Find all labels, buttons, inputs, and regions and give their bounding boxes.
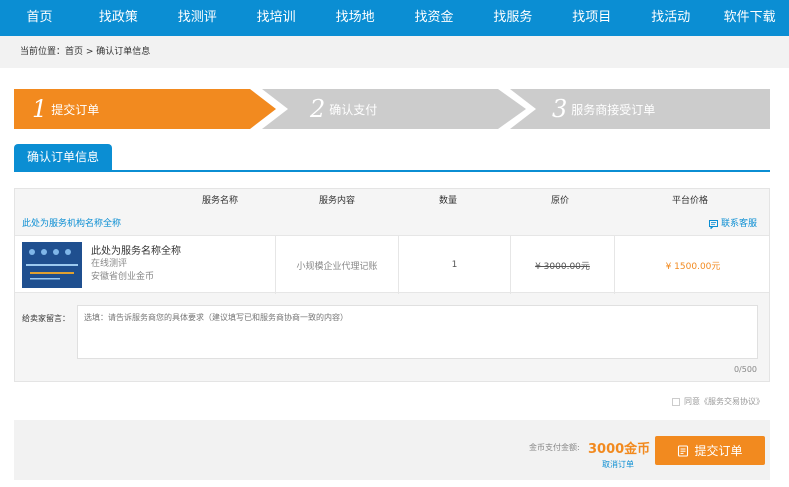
quantity-cell: 1: [398, 236, 510, 294]
step-3: 3 服务商接受订单: [552, 89, 655, 129]
step-2: 2 确认支付: [310, 89, 377, 129]
order-steps: 1 提交订单 2 确认支付 3 服务商接受订单: [14, 89, 770, 129]
step-1: 1 提交订单: [32, 89, 99, 129]
order-panel: 服务名称 服务内容 数量 原价 平台价格 此处为服务机构名称全称 联系客服 此处…: [14, 188, 770, 382]
pay-amount: 3000金币: [588, 442, 651, 457]
nav-item-venue[interactable]: 找场地: [316, 0, 395, 36]
original-price: ¥ 3000.00元: [535, 261, 590, 272]
table-header: 服务名称 服务内容 数量 原价 平台价格: [15, 189, 769, 213]
service-thumbnail[interactable]: [22, 242, 82, 288]
pay-label: 金币支付金额:: [529, 443, 580, 452]
breadcrumb: 当前位置：首页 > 确认订单信息: [0, 36, 789, 68]
nav-item-funding[interactable]: 找资金: [395, 0, 474, 36]
breadcrumb-current: 确认订单信息: [96, 47, 151, 57]
nav-item-policy[interactable]: 找政策: [79, 0, 158, 36]
submit-order-button[interactable]: 提交订单: [655, 436, 765, 465]
tab-underline: [14, 170, 770, 172]
nav-item-services[interactable]: 找服务: [473, 0, 552, 36]
nav-item-training[interactable]: 找培训: [237, 0, 316, 36]
message-input[interactable]: [77, 305, 758, 359]
org-row: 此处为服务机构名称全称 联系客服: [15, 213, 769, 235]
step-1-label: 提交订单: [51, 102, 100, 117]
step-3-number: 3: [552, 95, 568, 123]
nav-item-events[interactable]: 找活动: [631, 0, 710, 36]
document-icon: [678, 444, 689, 457]
service-content-cell: 小规模企业代理记账: [275, 236, 398, 294]
platform-price-cell: ¥ 1500.00元: [614, 236, 771, 294]
service-info: 此处为服务名称全称 在线测评 安徽省创业金币: [91, 245, 181, 284]
breadcrumb-prefix: 当前位置：: [20, 47, 66, 57]
table-row: 此处为服务名称全称 在线测评 安徽省创业金币 小规模企业代理记账 1 ¥ 300…: [15, 235, 771, 294]
step-3-label: 服务商接受订单: [571, 102, 656, 117]
tab-confirm-order[interactable]: 确认订单信息: [14, 144, 112, 170]
thumbnail-image: [22, 242, 82, 288]
service-type: 在线测评: [91, 259, 128, 269]
chat-icon: [708, 219, 718, 229]
nav-item-projects[interactable]: 找项目: [552, 0, 631, 36]
service-provider: 安徽省创业金币: [91, 272, 155, 282]
agreement: 同意《服务交易协议》: [672, 396, 764, 407]
service-content: 小规模企业代理记账: [296, 261, 378, 272]
cancel-order-link[interactable]: 取消订单: [602, 459, 634, 470]
step-2-label: 确认支付: [329, 102, 378, 117]
step-1-number: 1: [32, 95, 48, 123]
contact-service-button[interactable]: 联系客服: [708, 213, 757, 235]
header-original-price: 原价: [550, 196, 569, 206]
nav-item-assessment[interactable]: 找测评: [158, 0, 237, 36]
contact-service-label: 联系客服: [720, 219, 757, 229]
platform-price: ¥ 1500.00元: [665, 261, 721, 272]
step-2-number: 2: [310, 95, 326, 123]
agreement-label[interactable]: 同意《服务交易协议》: [684, 396, 764, 407]
order-footer: 金币支付金额: 3000金币 取消订单 提交订单: [14, 420, 770, 480]
org-name-link[interactable]: 此处为服务机构名称全称: [22, 213, 121, 235]
step-2-arrow: [262, 89, 526, 129]
original-price-cell: ¥ 3000.00元: [510, 236, 614, 294]
top-nav: 首页 找政策 找测评 找培训 找场地 找资金 找服务 找项目 找活动 软件下载: [0, 0, 789, 36]
submit-order-label: 提交订单: [694, 444, 743, 458]
nav-item-download[interactable]: 软件下载: [710, 0, 789, 36]
message-char-counter: 0/500: [733, 365, 757, 374]
message-label: 给卖家留言：: [22, 314, 70, 323]
header-quantity: 数量: [438, 196, 457, 206]
agreement-checkbox[interactable]: [672, 397, 680, 406]
header-service-name: 服务名称: [201, 196, 238, 206]
header-platform-price: 平台价格: [671, 196, 708, 206]
header-service-content: 服务内容: [318, 196, 355, 206]
steps-arrows: [14, 89, 770, 129]
service-name[interactable]: 此处为服务名称全称: [91, 245, 181, 258]
breadcrumb-home-link[interactable]: 首页: [65, 47, 83, 57]
nav-item-home[interactable]: 首页: [0, 0, 79, 36]
quantity-value: 1: [451, 260, 458, 270]
breadcrumb-separator: >: [83, 47, 97, 57]
